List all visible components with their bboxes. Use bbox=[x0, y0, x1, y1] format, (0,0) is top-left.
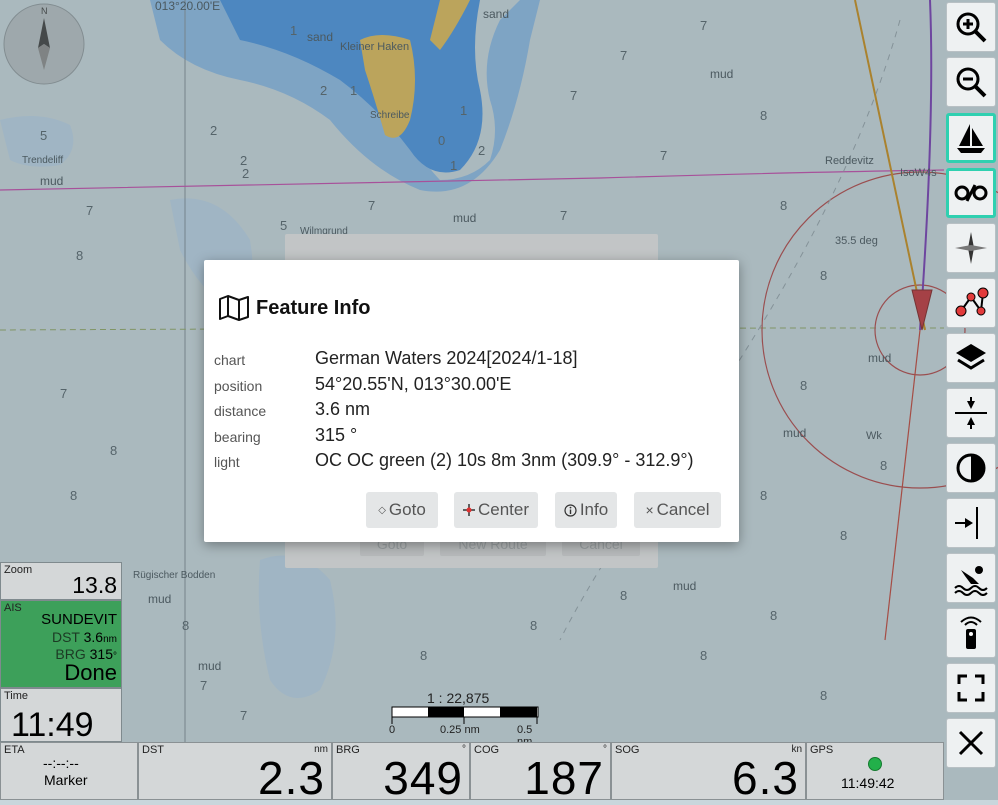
zoom-in-icon bbox=[956, 12, 987, 43]
ais-target-name: SUNDEVIT bbox=[41, 611, 117, 628]
row-distance-key: distance bbox=[214, 403, 267, 419]
sog-value: 6.3 bbox=[732, 752, 799, 804]
crosshair-icon bbox=[462, 504, 475, 516]
time-label: Time bbox=[4, 690, 29, 702]
compass-button[interactable] bbox=[946, 223, 996, 273]
scale-bar: 1 : 22,875 0 0.25 nm 0.5 nm bbox=[389, 690, 540, 748]
course-up-icon bbox=[954, 184, 988, 202]
row-chart-value: German Waters 2024[2024/1-18] bbox=[315, 348, 578, 368]
time-value: 11:49 bbox=[11, 706, 94, 744]
man-overboard-icon bbox=[954, 566, 988, 596]
eta-widget[interactable]: ETA --:--:-- Marker bbox=[0, 742, 138, 800]
goto-icon: ◇ bbox=[378, 504, 386, 516]
dst-value: 2.3 bbox=[258, 752, 325, 804]
dialog-title-text: Feature Info bbox=[256, 296, 371, 319]
row-chart: chart German Waters 2024[2024/1-18] bbox=[214, 348, 734, 372]
brg-value: 349 bbox=[383, 752, 463, 804]
ais-dst-label: DST bbox=[51, 629, 80, 645]
layers-button[interactable] bbox=[946, 333, 996, 383]
compass-icon bbox=[955, 232, 987, 264]
cancel-icon: × bbox=[645, 502, 654, 518]
dst-label: DST bbox=[142, 744, 164, 756]
gps-widget[interactable]: GPS 11:49:42 bbox=[806, 742, 944, 800]
dst-widget[interactable]: DST nm 2.3 bbox=[138, 742, 332, 804]
ais-dst-value: 3.6 bbox=[83, 629, 104, 645]
zoom-out-button[interactable] bbox=[946, 57, 996, 107]
row-position-key: position bbox=[214, 378, 263, 394]
gps-label: GPS bbox=[810, 744, 834, 756]
dialog-title: Feature Info bbox=[218, 295, 370, 321]
row-chart-key: chart bbox=[214, 352, 246, 368]
center-map-button[interactable]: Center bbox=[454, 492, 538, 528]
scale-tick-0: 0 bbox=[389, 724, 396, 736]
anchor-watch-button[interactable] bbox=[946, 498, 996, 548]
row-light-key: light bbox=[214, 454, 240, 470]
close-icon bbox=[958, 730, 984, 756]
ais-widget[interactable]: AIS SUNDEVIT DST 3.6nm BRG 315° Done bbox=[0, 600, 122, 688]
row-distance: distance 3.6 nm bbox=[214, 399, 734, 423]
cog-value: 187 bbox=[524, 752, 604, 804]
cancel-button[interactable]: × Cancel bbox=[634, 492, 721, 528]
row-position: position 54°20.55'N, 013°30.00'E bbox=[214, 374, 734, 398]
center-label: Center bbox=[477, 500, 530, 519]
feature-info-dialog: Feature Info chart German Waters 2024[202… bbox=[204, 260, 739, 542]
sog-label: SOG bbox=[615, 744, 640, 756]
night-mode-button[interactable] bbox=[946, 443, 996, 493]
info-icon bbox=[564, 503, 577, 517]
cog-label: COG bbox=[474, 744, 500, 756]
sog-widget[interactable]: SOG kn 6.3 bbox=[611, 742, 806, 804]
cog-widget[interactable]: COG ° 187 bbox=[470, 742, 611, 804]
anchor-watch-icon bbox=[955, 507, 978, 539]
scale-ratio: 1 : 22,875 bbox=[427, 690, 490, 706]
man-overboard-button[interactable] bbox=[946, 553, 996, 603]
remote-button[interactable] bbox=[946, 608, 996, 658]
remote-icon bbox=[960, 616, 982, 649]
row-distance-value: 3.6 nm bbox=[315, 399, 371, 419]
row-bearing: bearing 315 ° bbox=[214, 425, 734, 449]
zoom-in-button[interactable] bbox=[946, 2, 996, 52]
layers-icon bbox=[956, 344, 986, 370]
map-icon bbox=[219, 295, 249, 321]
row-position-value: 54°20.55'N, 013°30.00'E bbox=[315, 374, 512, 394]
scale-tick-1: 0.25 nm bbox=[440, 724, 480, 736]
row-light-value: OC OC green (2) 10s 8m 3nm (309.9° - 312… bbox=[315, 450, 694, 470]
close-button[interactable] bbox=[946, 718, 996, 768]
zoom-label: Zoom bbox=[4, 564, 33, 576]
eta-target: Marker bbox=[44, 772, 88, 788]
route-icon bbox=[955, 287, 989, 317]
gps-time: 11:49:42 bbox=[841, 775, 895, 791]
brg-widget[interactable]: BRG ° 349 bbox=[332, 742, 470, 804]
course-up-button[interactable] bbox=[946, 168, 996, 218]
night-mode-icon bbox=[956, 453, 986, 483]
row-bearing-key: bearing bbox=[214, 429, 261, 445]
ais-dst: DST 3.6nm bbox=[52, 629, 117, 645]
fullscreen-icon bbox=[957, 674, 985, 702]
ais-label: AIS bbox=[4, 602, 22, 614]
cancel-label: Cancel bbox=[656, 500, 710, 519]
goto-label: Goto bbox=[388, 500, 426, 519]
goto-button[interactable]: ◇ Goto bbox=[366, 492, 438, 528]
info-button[interactable]: Info bbox=[555, 492, 617, 528]
right-toolbar bbox=[944, 0, 998, 800]
brg-label: BRG bbox=[336, 744, 360, 756]
fullscreen-button[interactable] bbox=[946, 663, 996, 713]
row-light: light OC OC green (2) 10s 8m 3nm (309.9° … bbox=[214, 450, 734, 474]
center-button[interactable] bbox=[946, 388, 996, 438]
ais-dst-unit: nm bbox=[103, 634, 117, 645]
time-widget[interactable]: Time 11:49 bbox=[0, 688, 122, 744]
boat-lock-button[interactable] bbox=[946, 113, 996, 163]
row-bearing-value: 315 ° bbox=[315, 425, 358, 445]
ais-status: Done bbox=[64, 660, 117, 685]
eta-value: --:--:-- bbox=[43, 755, 79, 771]
zoom-widget[interactable]: Zoom 13.8 bbox=[0, 562, 122, 600]
zoom-value: 13.8 bbox=[72, 572, 117, 598]
gps-status-icon bbox=[868, 757, 882, 771]
route-button[interactable] bbox=[946, 278, 996, 328]
zoom-out-icon bbox=[956, 67, 987, 98]
eta-label: ETA bbox=[4, 744, 25, 756]
bottom-instrument-bar: ETA --:--:-- Marker DST nm 2.3 BRG ° 349… bbox=[0, 742, 944, 804]
boat-lock-icon bbox=[957, 124, 985, 153]
info-label: Info bbox=[579, 500, 609, 519]
center-icon bbox=[955, 397, 987, 429]
